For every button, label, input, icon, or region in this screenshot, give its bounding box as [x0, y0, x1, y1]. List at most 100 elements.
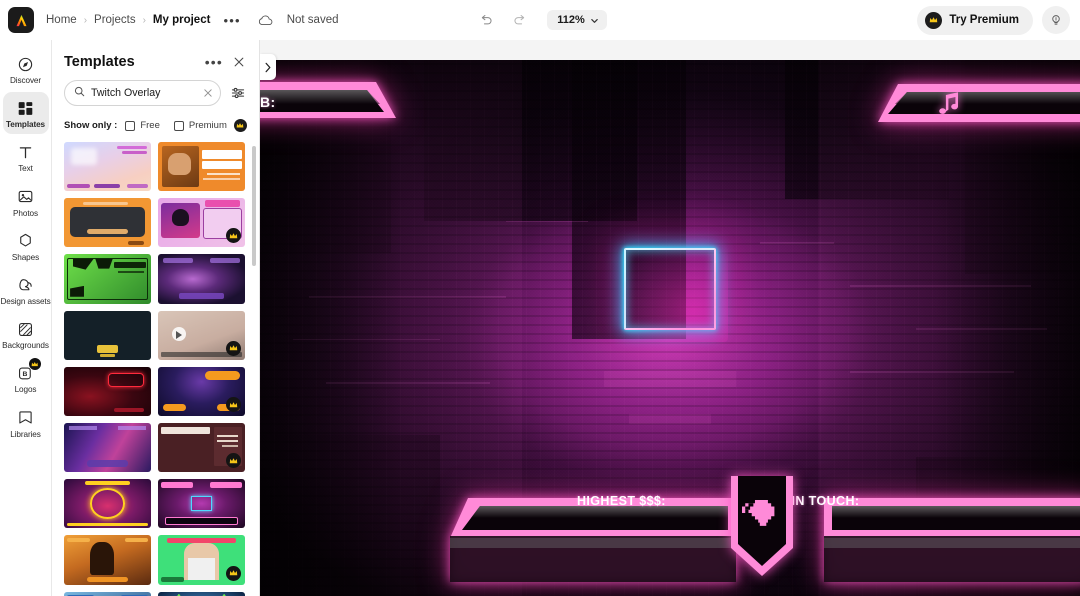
- template-thumbnail[interactable]: [158, 254, 245, 303]
- collapse-panel-button[interactable]: [260, 54, 276, 80]
- heart-shield-badge: [725, 476, 799, 586]
- panel-title: Templates: [64, 54, 135, 70]
- chevron-down-icon: [590, 16, 599, 25]
- logos-icon: B: [16, 363, 36, 383]
- close-icon[interactable]: [233, 56, 245, 68]
- free-label: Free: [140, 120, 160, 131]
- search-row: Twitch Overlay: [52, 78, 259, 106]
- sidebar-item-backgrounds[interactable]: Backgrounds: [3, 313, 49, 355]
- zoom-level-value: 112%: [557, 14, 585, 26]
- sidebar-item-text[interactable]: Text: [3, 136, 49, 178]
- template-thumbnail[interactable]: [158, 367, 245, 416]
- templates-grid: [52, 142, 259, 596]
- template-thumbnail[interactable]: [64, 367, 151, 416]
- search-icon: [74, 84, 85, 102]
- premium-badge-icon: [226, 566, 241, 581]
- save-status: Not saved: [287, 14, 339, 26]
- sidebar-item-photos[interactable]: Photos: [3, 181, 49, 223]
- zoom-level-dropdown[interactable]: 112%: [547, 10, 607, 30]
- breadcrumb-projects[interactable]: Projects: [94, 14, 136, 26]
- sidebar-item-templates[interactable]: Templates: [3, 92, 49, 134]
- crown-icon: [925, 12, 942, 29]
- design-canvas[interactable]: B:: [260, 60, 1080, 596]
- template-thumbnail[interactable]: [64, 535, 151, 584]
- neon-square-frame: [624, 248, 716, 330]
- breadcrumb-home[interactable]: Home: [46, 14, 77, 26]
- cloud-icon: [258, 15, 273, 26]
- clear-icon[interactable]: [203, 88, 213, 98]
- sidebar-item-label: Photos: [13, 210, 38, 218]
- sidebar-item-discover[interactable]: Discover: [3, 48, 49, 90]
- top-left-overlay-panel: [260, 78, 398, 146]
- premium-badge-icon: [226, 228, 241, 243]
- template-thumbnail[interactable]: [64, 423, 151, 472]
- photo-icon: [16, 187, 36, 207]
- canvas-area[interactable]: B:: [260, 40, 1080, 596]
- search-input-value: Twitch Overlay: [91, 87, 197, 99]
- text-icon: [16, 142, 36, 162]
- backgrounds-icon: [16, 319, 36, 339]
- sidebar-item-label: Shapes: [12, 254, 39, 262]
- search-input[interactable]: Twitch Overlay: [64, 80, 221, 106]
- undo-button[interactable]: [473, 7, 499, 33]
- lightbulb-icon[interactable]: [1042, 6, 1070, 34]
- try-premium-label: Try Premium: [949, 14, 1019, 26]
- sidebar-item-label: Templates: [6, 121, 45, 129]
- show-only-filters: Show only : Free Premium: [52, 106, 259, 142]
- template-thumbnail[interactable]: [158, 142, 245, 191]
- workspace: Discover Templates Text: [0, 40, 1080, 596]
- top-left-panel-label: B:: [260, 94, 276, 110]
- templates-panel: Templates ••• Twitch Overlay: [52, 40, 260, 596]
- premium-badge-icon: [29, 358, 41, 370]
- premium-badge-icon: [226, 397, 241, 412]
- redo-button[interactable]: [507, 7, 533, 33]
- top-right-overlay-panel: [874, 80, 1080, 148]
- sidebar-item-libraries[interactable]: Libraries: [3, 402, 49, 444]
- template-thumbnail[interactable]: [64, 479, 151, 528]
- breadcrumb-current-project: My project: [153, 14, 211, 26]
- premium-badge-icon: [226, 453, 241, 468]
- filter-premium[interactable]: Premium: [174, 119, 247, 132]
- templates-scroll-area[interactable]: [52, 142, 259, 596]
- sidebar-item-label: Text: [18, 165, 33, 173]
- breadcrumb-separator: ›: [143, 15, 146, 26]
- vertical-scrollbar[interactable]: [252, 146, 256, 266]
- sidebar-item-label: Logos: [15, 386, 37, 394]
- adobe-express-logo[interactable]: [8, 7, 34, 33]
- template-thumbnail[interactable]: [158, 311, 245, 360]
- premium-checkbox[interactable]: [174, 121, 184, 131]
- ellipsis-icon[interactable]: •••: [205, 58, 223, 66]
- templates-panel-header: Templates •••: [52, 40, 259, 78]
- sidebar-item-shapes[interactable]: Shapes: [3, 225, 49, 267]
- template-thumbnail[interactable]: [64, 254, 151, 303]
- sidebar-item-label: Discover: [10, 77, 41, 85]
- template-thumbnail[interactable]: [158, 423, 245, 472]
- top-bar-actions: Try Premium: [917, 6, 1070, 35]
- template-thumbnail[interactable]: [64, 311, 151, 360]
- sidebar-item-label: Backgrounds: [2, 342, 49, 350]
- design-assets-icon: [16, 275, 36, 295]
- sidebar-item-label: Design assets: [0, 298, 50, 306]
- template-thumbnail[interactable]: [158, 592, 245, 596]
- try-premium-button[interactable]: Try Premium: [917, 6, 1033, 35]
- templates-icon: [16, 98, 36, 118]
- premium-badge-icon: [226, 341, 241, 356]
- template-thumbnail[interactable]: [64, 198, 151, 247]
- filter-sliders-icon[interactable]: [229, 84, 247, 102]
- sidebar-item-logos[interactable]: B Logos: [3, 357, 49, 399]
- template-thumbnail[interactable]: [64, 592, 151, 596]
- free-checkbox[interactable]: [125, 121, 135, 131]
- template-thumbnail[interactable]: [158, 198, 245, 247]
- sidebar-item-design-assets[interactable]: Design assets: [3, 269, 49, 311]
- compass-icon: [16, 54, 36, 74]
- project-menu-button[interactable]: •••: [223, 13, 240, 28]
- breadcrumb-separator: ›: [84, 15, 87, 26]
- bottom-left-label: HIGHEST $$$:: [577, 494, 666, 508]
- template-thumbnail[interactable]: [158, 479, 245, 528]
- show-only-label: Show only :: [64, 120, 117, 131]
- template-thumbnail[interactable]: [64, 142, 151, 191]
- template-thumbnail[interactable]: [158, 535, 245, 584]
- crown-icon: [234, 119, 247, 132]
- filter-free[interactable]: Free: [125, 120, 160, 131]
- chevron-right-icon: [264, 62, 272, 73]
